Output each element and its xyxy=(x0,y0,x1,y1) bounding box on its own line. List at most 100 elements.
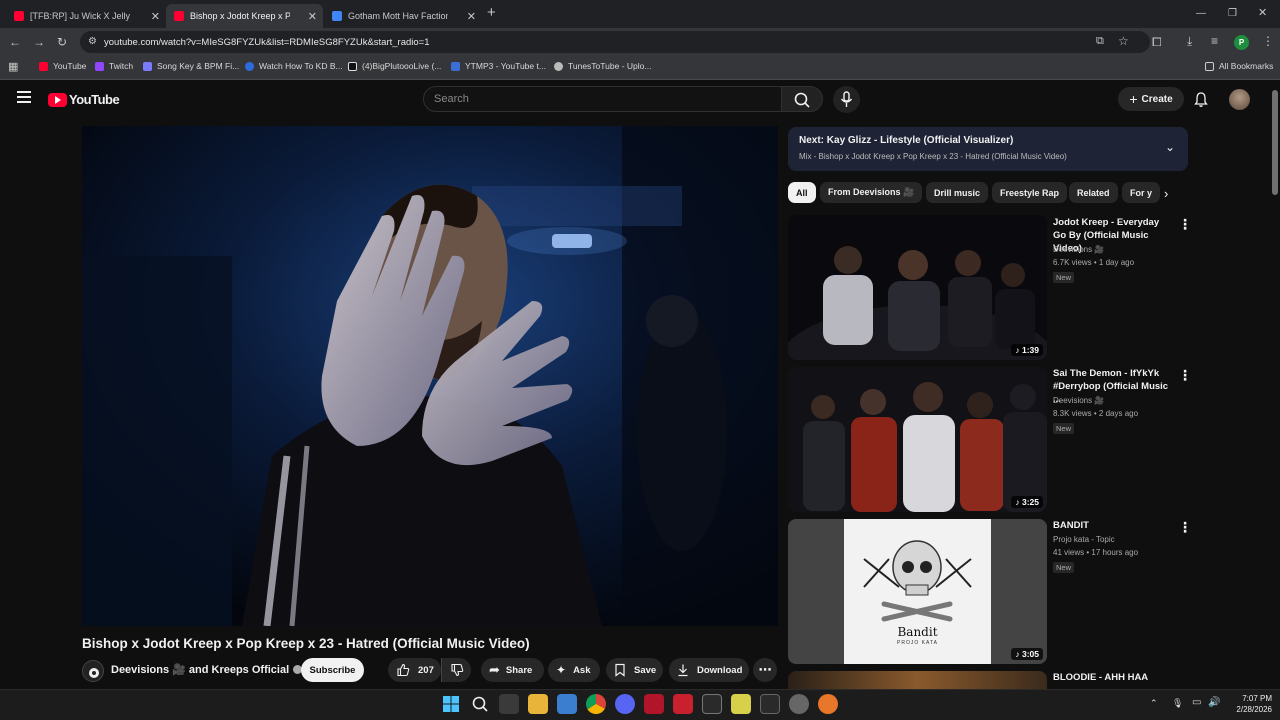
microphone-icon[interactable]: 🎙 xyxy=(1172,698,1183,709)
menu-kebab-icon[interactable]: ⋮ xyxy=(1262,35,1274,47)
ask-label: Ask xyxy=(573,664,591,676)
up-next-mix-card[interactable]: Next: Kay Glizz - Lifestyle (Official Vi… xyxy=(788,127,1188,171)
downloads-icon[interactable]: ⤓ xyxy=(1187,35,1192,47)
chip-related[interactable]: Related xyxy=(1069,182,1118,203)
back-arrow-icon[interactable]: ← xyxy=(9,36,21,48)
download-button[interactable]: Download xyxy=(669,658,749,682)
bookmark-item[interactable]: Twitch xyxy=(95,61,133,71)
create-button[interactable]: + Create xyxy=(1118,87,1184,111)
chip-freestyle-rap[interactable]: Freestyle Rap xyxy=(992,182,1068,203)
apps-grid-icon[interactable]: ▦ xyxy=(8,61,18,73)
reload-icon[interactable]: ↻ xyxy=(57,36,67,48)
search-icon[interactable] xyxy=(470,694,490,714)
minimize-window-icon[interactable]: — xyxy=(1196,8,1206,20)
channel-name[interactable]: Deevisions 🎥 and Kreeps Official xyxy=(111,663,303,676)
dislike-button[interactable] xyxy=(441,658,471,682)
more-vertical-icon[interactable]: ⋮ xyxy=(1178,367,1192,384)
recommendation-thumbnail[interactable]: ♪ 1:39 xyxy=(788,215,1047,360)
bookmark-item[interactable]: Song Key & BPM Fi... xyxy=(143,61,239,71)
close-tab-icon[interactable]: ✕ xyxy=(151,10,160,23)
app-icon[interactable] xyxy=(673,694,693,714)
more-vertical-icon[interactable]: ⋮ xyxy=(1178,519,1192,536)
youtube-play-logo-icon xyxy=(48,92,67,107)
bookmark-item[interactable]: YouTube xyxy=(39,61,86,71)
chevron-right-icon[interactable]: › xyxy=(1164,186,1168,201)
network-icon[interactable]: ▭ xyxy=(1192,697,1201,708)
address-bar[interactable]: ⚙ youtube.com/watch?v=MIeSG8FYZUk&list=R… xyxy=(80,31,1150,53)
chip-from-deevisions[interactable]: From Deevisions 🎥 xyxy=(820,182,923,203)
chrome-icon[interactable] xyxy=(586,694,606,714)
bookmark-item[interactable]: Watch How To KD B... xyxy=(245,61,343,71)
browser-tab-active[interactable]: Bishop x Jodot Kreep x Pop Kreep ✕ xyxy=(166,4,323,28)
chevron-down-icon[interactable]: ⌄ xyxy=(1165,140,1175,154)
bookmark-item[interactable]: YTMP3 - YouTube t... xyxy=(451,61,546,71)
channel-avatar[interactable] xyxy=(82,660,104,682)
recommendation-thumbnail[interactable]: Bandit PROJO KATA ♪ 3:05 xyxy=(788,519,1047,664)
url-text[interactable]: youtube.com/watch?v=MIeSG8FYZUk&list=RDM… xyxy=(104,37,430,48)
recommendation-channel[interactable]: Projo kata - Topic xyxy=(1053,535,1115,544)
ask-button[interactable]: ✦ Ask xyxy=(548,658,600,682)
task-view-icon[interactable] xyxy=(499,694,519,714)
recommendation-title[interactable]: BANDIT xyxy=(1053,519,1173,532)
search-input[interactable]: Search xyxy=(423,86,782,112)
page-scrollbar-thumb[interactable] xyxy=(1272,90,1278,195)
more-actions-button[interactable]: ⋯ xyxy=(753,658,777,682)
forward-arrow-icon[interactable]: → xyxy=(33,36,45,48)
more-vertical-icon[interactable]: ⋮ xyxy=(1178,216,1192,233)
video-player[interactable] xyxy=(82,126,778,626)
user-avatar[interactable] xyxy=(1229,89,1250,110)
chip-for-you[interactable]: For y xyxy=(1122,182,1160,203)
subscribe-button[interactable]: Subscribe xyxy=(301,658,364,682)
close-tab-icon[interactable]: ✕ xyxy=(467,10,476,23)
site-info-icon[interactable]: ⚙ xyxy=(88,36,97,47)
share-button[interactable]: ➦ Share xyxy=(481,658,544,682)
recommendation-thumbnail[interactable] xyxy=(788,671,1047,689)
tab-search-icon[interactable]: ≡ xyxy=(1211,35,1218,47)
save-button[interactable]: Save xyxy=(606,658,663,682)
install-app-icon[interactable]: ⧉ xyxy=(1096,35,1104,48)
app-icon[interactable] xyxy=(731,694,751,714)
recommendation-thumbnail[interactable]: ♪ 3:25 xyxy=(788,367,1047,512)
chip-drill-music[interactable]: Drill music xyxy=(926,182,989,203)
app-icon[interactable] xyxy=(760,694,780,714)
hamburger-menu-icon[interactable] xyxy=(17,91,31,103)
chip-all[interactable]: All xyxy=(788,182,816,203)
folder-icon xyxy=(1205,61,1214,71)
music-key-icon xyxy=(143,61,152,71)
volume-icon[interactable]: 🔊 xyxy=(1208,697,1220,708)
all-bookmarks-button[interactable]: All Bookmarks xyxy=(1205,61,1273,71)
file-explorer-icon[interactable] xyxy=(528,694,548,714)
bookmark-label: Song Key & BPM Fi... xyxy=(157,61,240,71)
browser-tab[interactable]: [TFB:RP] Ju Wick X Jelly46 X Eli ✕ xyxy=(6,4,166,28)
restore-window-icon[interactable]: ❐ xyxy=(1228,8,1237,20)
photos-icon[interactable] xyxy=(557,694,577,714)
sparkle-icon: ✦ xyxy=(556,663,567,677)
recommendation-channel[interactable]: Deevisions 🎥 xyxy=(1053,396,1104,405)
voice-search-button[interactable] xyxy=(833,86,860,113)
bookmark-item[interactable]: (4)BigPlutoooLive (... xyxy=(348,61,441,71)
app-icon[interactable] xyxy=(702,694,722,714)
profile-avatar[interactable]: P xyxy=(1234,35,1249,50)
youtube-logo[interactable]: YouTube xyxy=(48,92,120,107)
app-icon[interactable] xyxy=(789,694,809,714)
new-tab-plus-icon[interactable]: + xyxy=(487,5,496,20)
like-button[interactable]: 207 xyxy=(388,658,441,682)
browser-tab[interactable]: Gotham Mott Hav Faction - Go ✕ xyxy=(324,4,482,28)
extensions-icon[interactable]: ⧠ xyxy=(1152,36,1162,48)
recommendation-title[interactable]: BLOODIE - AHH HAA xyxy=(1053,671,1173,689)
bookmark-item[interactable]: TunesToTube - Uplo... xyxy=(554,61,651,71)
notifications-bell-icon[interactable] xyxy=(1193,91,1209,113)
app-icon[interactable] xyxy=(818,694,838,714)
close-tab-icon[interactable]: ✕ xyxy=(308,10,317,23)
taskbar-clock[interactable]: 7:07 PM 2/28/2026 xyxy=(1228,693,1272,715)
chevron-up-icon[interactable]: ⌃ xyxy=(1150,698,1158,709)
channel-name-text: Deevisions 🎥 and Kreeps Official xyxy=(111,664,290,676)
app-icon[interactable] xyxy=(644,694,664,714)
close-window-icon[interactable]: ✕ xyxy=(1258,7,1267,19)
bookmark-star-icon[interactable]: ☆ xyxy=(1118,34,1129,48)
search-button[interactable] xyxy=(781,86,823,112)
recommendation-channel[interactable]: Deevisions 🎥 xyxy=(1053,245,1104,254)
windows-start-icon[interactable] xyxy=(441,694,461,714)
discord-icon[interactable] xyxy=(615,694,635,714)
bookmark-label: YTMP3 - YouTube t... xyxy=(465,61,546,71)
